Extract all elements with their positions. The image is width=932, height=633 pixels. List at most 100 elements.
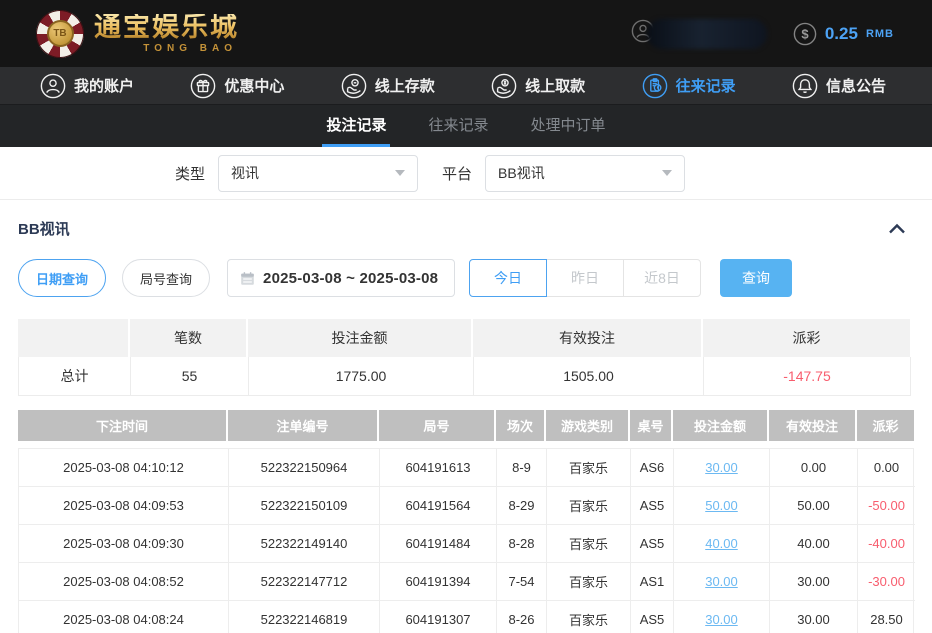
summary-header-bet-amount: 投注金额: [248, 319, 473, 357]
cell-session: 8-29: [497, 487, 547, 525]
platform-select[interactable]: BB视讯: [485, 155, 685, 192]
records-icon: [642, 73, 668, 99]
cell-table-number: AS5: [631, 601, 674, 633]
cell-game-type: 百家乐: [547, 563, 631, 601]
cell-game-type: 百家乐: [547, 601, 631, 633]
collapse-section-button[interactable]: [888, 223, 906, 235]
cell-order-number: 522322147712: [229, 563, 380, 601]
gift-icon: [190, 73, 216, 99]
yesterday-button[interactable]: 昨日: [546, 259, 624, 297]
cell-game-type: 百家乐: [547, 449, 631, 487]
svg-text:$: $: [801, 26, 809, 41]
table-header-row: 下注时间 注单编号 局号 场次 游戏类别 桌号 投注金额 有效投注 派彩: [18, 410, 914, 441]
filter-row: 类型 视讯 平台 BB视讯: [0, 147, 932, 200]
balance-amount: 0.25: [825, 24, 858, 44]
username-redacted: [647, 19, 767, 49]
betting-records-table: 下注时间 注单编号 局号 场次 游戏类别 桌号 投注金额 有效投注 派彩 202…: [18, 410, 914, 633]
cell-bet-amount-link[interactable]: 30.00: [674, 601, 770, 633]
col-bet-amount: 投注金额: [673, 410, 769, 441]
date-query-button[interactable]: 日期查询: [18, 259, 106, 297]
nav-item-online-withdrawal[interactable]: 线上取款: [491, 73, 585, 99]
tab-pending-orders[interactable]: 处理中订单: [527, 105, 610, 147]
cell-bet-amount-link[interactable]: 30.00: [674, 563, 770, 601]
cell-game-type: 百家乐: [547, 487, 631, 525]
cell-bet-time: 2025-03-08 04:08:24: [19, 601, 229, 633]
col-game-type: 游戏类别: [546, 410, 630, 441]
summary-count-value: 55: [131, 357, 249, 396]
cell-valid-bet: 0.00: [770, 449, 858, 487]
sub-nav: 投注记录 往来记录 处理中订单: [0, 105, 932, 147]
cell-session: 7-54: [497, 563, 547, 601]
nav-label: 线上存款: [375, 75, 435, 96]
cell-valid-bet: 40.00: [770, 525, 858, 563]
round-query-button[interactable]: 局号查询: [122, 259, 210, 297]
casino-chip-icon: TB: [36, 10, 84, 58]
type-select[interactable]: 视讯: [218, 155, 418, 192]
cell-session: 8-28: [497, 525, 547, 563]
tab-transaction-records[interactable]: 往来记录: [424, 105, 492, 147]
cell-payout: -30.00: [858, 563, 915, 601]
nav-item-transaction-records[interactable]: 往来记录: [642, 73, 736, 99]
cell-payout: -50.00: [858, 487, 915, 525]
col-order-number: 注单编号: [228, 410, 379, 441]
col-valid-bet: 有效投注: [769, 410, 857, 441]
type-select-value: 视讯: [231, 163, 259, 183]
table-row: 2025-03-08 04:09:53 522322150109 6041915…: [19, 487, 913, 525]
withdraw-icon: [491, 73, 517, 99]
user-account-area[interactable]: [631, 19, 767, 49]
cell-bet-time: 2025-03-08 04:08:52: [19, 563, 229, 601]
cell-bet-amount-link[interactable]: 30.00: [674, 449, 770, 487]
site-logo[interactable]: TB 通宝娱乐城 TONG BAO: [36, 10, 239, 58]
cell-bet-amount-link[interactable]: 50.00: [674, 487, 770, 525]
today-button[interactable]: 今日: [469, 259, 547, 297]
cell-table-number: AS1: [631, 563, 674, 601]
cell-round-number: 604191613: [380, 449, 497, 487]
chevron-down-icon: [395, 170, 405, 176]
cell-round-number: 604191484: [380, 525, 497, 563]
type-label: 类型: [175, 163, 205, 184]
top-bar: TB 通宝娱乐城 TONG BAO $ 0.25 RMB: [0, 0, 932, 67]
summary-header-valid-bet: 有效投注: [473, 319, 703, 357]
main-nav: 我的账户 优惠中心 线上存款 线上取款: [0, 67, 932, 105]
col-round-number: 局号: [379, 410, 496, 441]
summary-header-payout: 派彩: [703, 319, 910, 357]
nav-item-online-deposit[interactable]: 线上存款: [341, 73, 435, 99]
section-header: BB视讯: [18, 218, 914, 239]
date-range-value: 2025-03-08 ~ 2025-03-08: [263, 270, 438, 287]
summary-header-empty: [18, 319, 130, 357]
nav-label: 线上取款: [525, 75, 585, 96]
cell-game-type: 百家乐: [547, 525, 631, 563]
balance-display[interactable]: $ 0.25 RMB: [793, 22, 894, 46]
table-row: 2025-03-08 04:08:52 522322147712 6041913…: [19, 563, 913, 601]
cell-bet-time: 2025-03-08 04:10:12: [19, 449, 229, 487]
query-toolbar: 日期查询 局号查询 2025-03-08 ~ 2025-03-08 今日 昨日 …: [18, 259, 914, 297]
col-payout: 派彩: [857, 410, 914, 441]
site-title: 通宝娱乐城: [94, 14, 239, 41]
search-button[interactable]: 查询: [720, 259, 792, 297]
cell-bet-amount-link[interactable]: 40.00: [674, 525, 770, 563]
summary-bet-amount-value: 1775.00: [249, 357, 474, 396]
summary-header-row: 笔数 投注金额 有效投注 派彩: [18, 319, 914, 357]
deposit-icon: [341, 73, 367, 99]
nav-item-my-account[interactable]: 我的账户: [40, 73, 134, 99]
nav-label: 往来记录: [676, 75, 736, 96]
date-range-input[interactable]: 2025-03-08 ~ 2025-03-08: [227, 259, 455, 297]
nav-item-promotions[interactable]: 优惠中心: [190, 73, 284, 99]
col-table-number: 桌号: [630, 410, 673, 441]
tab-betting-records[interactable]: 投注记录: [322, 105, 390, 147]
table-row: 2025-03-08 04:10:12 522322150964 6041916…: [19, 449, 913, 487]
cell-round-number: 604191564: [380, 487, 497, 525]
summary-valid-bet-value: 1505.00: [474, 357, 704, 396]
col-session: 场次: [496, 410, 546, 441]
cell-payout: -40.00: [858, 525, 915, 563]
cell-order-number: 522322150964: [229, 449, 380, 487]
last-8-days-button[interactable]: 近8日: [623, 259, 701, 297]
platform-select-value: BB视讯: [498, 163, 545, 183]
chevron-down-icon: [662, 170, 672, 176]
cell-payout: 0.00: [858, 449, 915, 487]
cell-valid-bet: 30.00: [770, 563, 858, 601]
cell-valid-bet: 50.00: [770, 487, 858, 525]
platform-label: 平台: [442, 163, 472, 184]
cell-bet-time: 2025-03-08 04:09:30: [19, 525, 229, 563]
nav-item-announcements[interactable]: 信息公告: [792, 73, 886, 99]
